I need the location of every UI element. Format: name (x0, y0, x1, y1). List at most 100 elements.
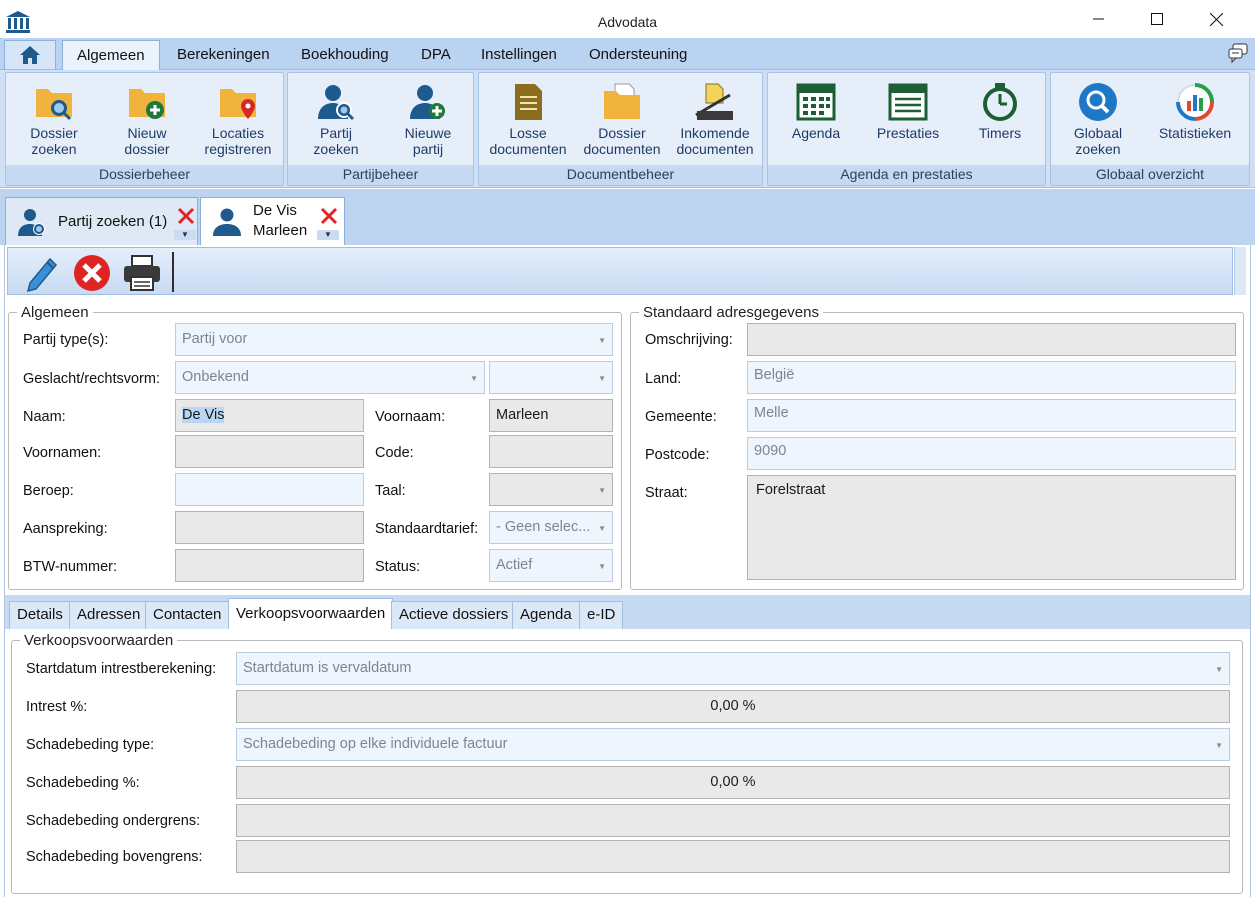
chevron-down-icon: ▼ (1215, 741, 1223, 750)
close-tab-icon[interactable] (319, 206, 339, 226)
vertical-scrollbar[interactable] (1234, 247, 1246, 295)
dossier-documenten-button[interactable]: Dossier documenten (576, 77, 668, 165)
tab-details[interactable]: Details (9, 601, 71, 629)
partij-types-value: Partij voor (182, 331, 248, 347)
close-tab-icon[interactable] (176, 206, 196, 226)
losse-documenten-button[interactable]: Losse documenten (482, 77, 574, 165)
group-label: Partijbeheer (288, 165, 473, 185)
schadebeding-pct-value: 0,00 % (710, 774, 756, 790)
ribbon-label: Locaties (211, 125, 265, 141)
standaardtarief-select[interactable]: - Geen selec... ▼ (489, 511, 613, 544)
tab-contacten[interactable]: Contacten (145, 601, 230, 629)
partij-types-select[interactable]: Partij voor ▼ (175, 323, 613, 356)
taal-select[interactable]: ▼ (489, 473, 613, 506)
doc-tab-label: Marleen (253, 222, 308, 239)
dossier-zoeken-button[interactable]: Dossier zoeken (8, 77, 100, 165)
doc-tab-label: De Vis (253, 202, 297, 219)
gemeente-field[interactable]: Melle (747, 399, 1236, 432)
chat-icon[interactable] (1227, 42, 1249, 64)
voornaam-field[interactable]: Marleen (489, 399, 613, 432)
ribbon-label: Prestaties (876, 125, 940, 141)
tab-dpa[interactable]: DPA (421, 46, 451, 63)
tab-boekhouding[interactable]: Boekhouding (301, 46, 389, 63)
schadebeding-type-value: Schadebeding op elke individuele factuur (243, 736, 508, 752)
partij-zoeken-button[interactable]: Partij zoeken (290, 77, 382, 165)
close-window-button[interactable] (1187, 0, 1245, 38)
beroep-label: Beroep: (23, 483, 74, 499)
voornamen-field[interactable] (175, 435, 364, 468)
home-tab[interactable] (4, 40, 56, 69)
straat-field[interactable]: Forelstraat (747, 475, 1236, 580)
tab-algemeen[interactable]: Algemeen (62, 40, 160, 71)
tab-verkoopsvoorwaarden[interactable]: Verkoopsvoorwaarden (228, 598, 394, 629)
code-field[interactable] (489, 435, 613, 468)
omschrijving-field[interactable] (747, 323, 1236, 356)
tab-dropdown-icon[interactable]: ▼ (317, 230, 339, 240)
doc-tab-de-vis-marleen[interactable]: De Vis Marleen ▼ (200, 197, 345, 245)
standaardtarief-label: Standaardtarief: (375, 521, 479, 537)
tab-instellingen[interactable]: Instellingen (481, 46, 557, 63)
minimize-icon (1093, 18, 1104, 20)
inkomende-documenten-button[interactable]: Inkomende documenten (669, 77, 761, 165)
schadebeding-ondergrens-label: Schadebeding ondergrens: (26, 813, 201, 829)
tab-actieve-dossiers[interactable]: Actieve dossiers (391, 601, 517, 629)
statistieken-button[interactable]: Statistieken (1149, 77, 1241, 165)
globaal-zoeken-button[interactable]: Globaal zoeken (1052, 77, 1144, 165)
schadebeding-ondergrens-field[interactable] (236, 804, 1230, 837)
naam-value: De Vis (182, 407, 225, 423)
detail-tabs: Details Adressen Contacten Verkoopsvoorw… (5, 595, 1250, 629)
locaties-registreren-button[interactable]: Locaties registreren (192, 77, 284, 165)
tab-berekeningen[interactable]: Berekeningen (177, 46, 270, 63)
land-label: Land: (645, 371, 682, 387)
delete-icon[interactable] (72, 253, 112, 293)
ribbon-label: dossier (124, 141, 170, 157)
schadebeding-pct-field[interactable]: 0,00 % (236, 766, 1230, 799)
startdatum-select[interactable]: Startdatum is vervaldatum ▼ (236, 652, 1230, 685)
ribbon: Dossier zoeken Nieuw dossier Locaties regis… (0, 70, 1255, 188)
status-select[interactable]: Actief ▼ (489, 549, 613, 582)
maximize-icon (1151, 13, 1163, 25)
btw-field[interactable] (175, 549, 364, 582)
btw-label: BTW-nummer: (23, 559, 117, 575)
ribbon-label: Nieuw (127, 125, 167, 141)
title-bar: Advodata (0, 0, 1255, 38)
minimize-button[interactable] (1070, 0, 1128, 38)
beroep-field[interactable] (175, 473, 364, 506)
land-field[interactable]: België (747, 361, 1236, 394)
ribbon-label: documenten (583, 141, 661, 157)
prestaties-button[interactable]: Prestaties (862, 77, 954, 165)
maximize-button[interactable] (1128, 0, 1186, 38)
ribbon-label: Inkomende (680, 125, 750, 141)
tab-ondersteuning[interactable]: Ondersteuning (589, 46, 687, 63)
aanspreking-field[interactable] (175, 511, 364, 544)
agenda-button[interactable]: Agenda (770, 77, 862, 165)
schadebeding-type-select[interactable]: Schadebeding op elke individuele factuur… (236, 728, 1230, 761)
tab-e-id[interactable]: e-ID (579, 601, 624, 629)
group-label: Documentbeheer (479, 165, 762, 185)
status-label: Status: (375, 559, 421, 575)
geslacht-select[interactable]: Onbekend ▼ (175, 361, 485, 394)
ribbon-label: Timers (978, 125, 1022, 141)
schadebeding-bovengrens-field[interactable] (236, 840, 1230, 873)
nieuwe-partij-button[interactable]: Nieuwe partij (382, 77, 474, 165)
scanner-icon (695, 83, 733, 120)
edit-pencil-icon[interactable] (22, 253, 62, 293)
tab-adressen[interactable]: Adressen (69, 601, 149, 629)
timers-button[interactable]: Timers (954, 77, 1046, 165)
search-icon (1079, 83, 1117, 121)
nieuw-dossier-button[interactable]: Nieuw dossier (101, 77, 193, 165)
intrest-label: Intrest %: (26, 699, 88, 715)
statistics-icon (1176, 83, 1214, 121)
chevron-down-icon: ▼ (1215, 665, 1223, 674)
calendar-icon (796, 83, 836, 121)
naam-field[interactable]: De Vis (175, 399, 364, 432)
doc-tab-partij-zoeken[interactable]: Partij zoeken (1) ▼ (5, 197, 198, 245)
tab-agenda[interactable]: Agenda (512, 601, 580, 629)
tab-dropdown-icon[interactable]: ▼ (174, 230, 196, 240)
stopwatch-icon (983, 83, 1017, 121)
postcode-field[interactable]: 9090 (747, 437, 1236, 470)
voornaam-label: Voornaam: (375, 409, 446, 425)
print-icon[interactable] (122, 253, 162, 293)
intrest-field[interactable]: 0,00 % (236, 690, 1230, 723)
geslacht-extra-select[interactable]: ▼ (489, 361, 613, 394)
